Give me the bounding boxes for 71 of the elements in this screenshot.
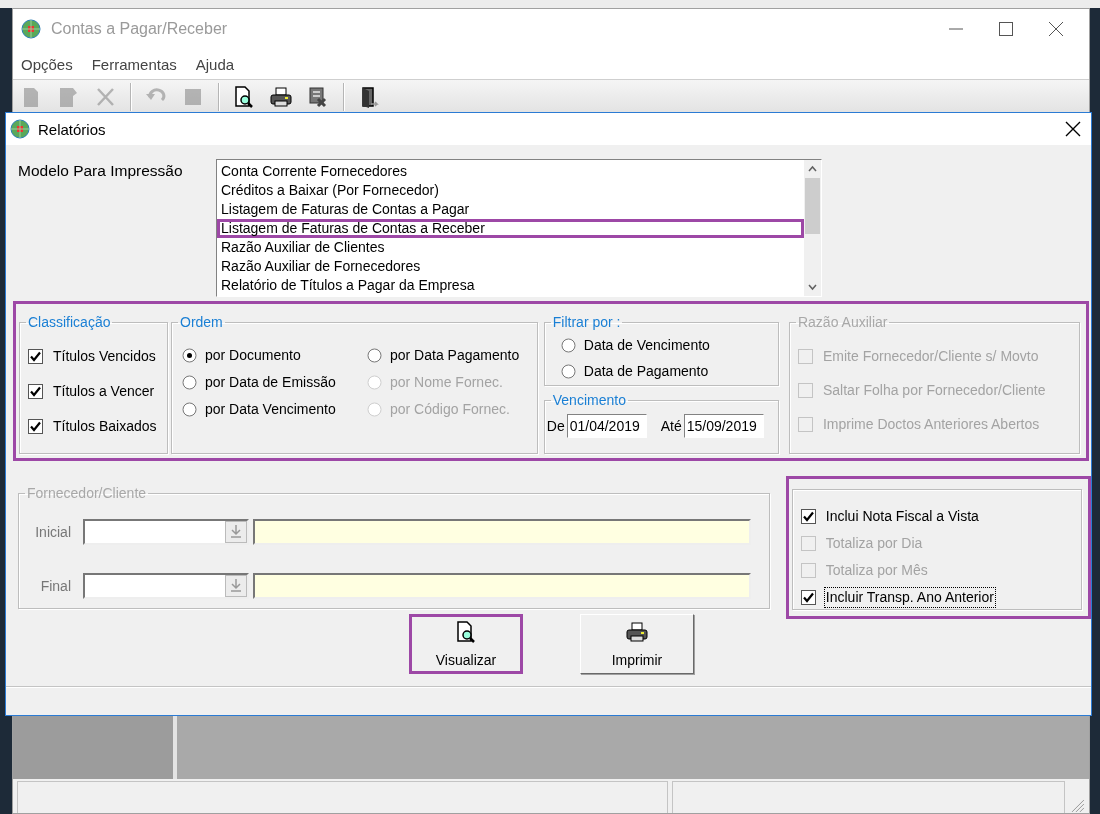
checkbox[interactable]: [800, 509, 816, 524]
list-item[interactable]: Listagem de Faturas de Contas a Receber: [217, 219, 804, 238]
printer-icon: [625, 620, 649, 644]
list-item[interactable]: Listagem de Faturas de Contas a Pagar: [217, 200, 804, 219]
push-button[interactable]: Visualizar: [409, 614, 523, 674]
checkbox-label: Imprime Doctos Anteriores Abertos: [821, 415, 1041, 434]
radio-label: por Documento: [205, 346, 301, 365]
printer-icon[interactable]: [269, 85, 293, 109]
radio-label: Data de Vencimento: [583, 336, 710, 355]
radio-button[interactable]: [182, 402, 197, 417]
dialog-title: Relatórios: [38, 120, 107, 138]
checkbox-label: Emite Fornecedor/Cliente s/ Movto: [821, 347, 1040, 366]
checkbox-label: Totaliza por Dia: [824, 534, 924, 553]
checkbox[interactable]: [28, 419, 43, 434]
close-icon[interactable]: [1049, 22, 1063, 36]
text-field[interactable]: [253, 573, 751, 599]
radio-label: por Nome Fornec.: [390, 373, 503, 392]
menu-item[interactable]: Ferramentas: [91, 55, 177, 73]
push-button[interactable]: Imprimir: [580, 614, 694, 674]
radio-button[interactable]: [560, 338, 576, 353]
radio-button[interactable]: [367, 348, 382, 363]
checkbox-label: Saltar Folha por Fornecedor/Cliente: [821, 381, 1047, 400]
group-title: Classificação: [27, 314, 112, 330]
date-field[interactable]: 15/09/2019: [683, 414, 764, 438]
radio-label: por Data Vencimento: [205, 400, 336, 419]
list-item[interactable]: Razão Auxiliar de Fornecedores: [217, 257, 804, 276]
field-label: De: [546, 418, 565, 434]
field-label: Até: [659, 418, 682, 434]
group-title: Fornecedor/Cliente: [26, 485, 148, 501]
radio-label: por Data de Emissão: [205, 373, 336, 392]
app-icon: [10, 119, 30, 139]
radio-label: por Data Pagamento: [390, 346, 520, 365]
close-icon[interactable]: [1065, 121, 1081, 137]
group-title: Filtrar por :: [551, 314, 622, 330]
list-item[interactable]: Créditos a Baixar (Por Fornecedor): [217, 181, 804, 200]
resize-grip-icon[interactable]: [1071, 799, 1085, 813]
maximize-icon[interactable]: [999, 22, 1013, 36]
radio-label: por Código Fornec.: [390, 400, 510, 419]
radio-button[interactable]: [560, 364, 576, 379]
menu-item[interactable]: Ajuda: [195, 55, 235, 73]
field-label: Final: [39, 578, 71, 594]
checkbox-label: Incluir Transp. Ano Anterior: [823, 587, 996, 608]
dropdown-icon: [225, 521, 247, 543]
checkbox-label: Títulos Baixados: [52, 417, 158, 436]
checkbox-label: Inclui Nota Fiscal a Vista: [824, 507, 980, 526]
menu-item[interactable]: Opções: [21, 55, 73, 73]
checkbox[interactable]: [800, 590, 816, 605]
date-field[interactable]: 01/04/2019: [566, 414, 647, 438]
list-item[interactable]: Razão Auxiliar de Clientes: [217, 238, 804, 257]
combo-field[interactable]: [83, 573, 249, 599]
field-label: Modelo Para Impressão: [18, 161, 184, 181]
checkbox-label: Totaliza por Mês: [824, 561, 929, 580]
checkbox[interactable]: [28, 349, 43, 364]
checkbox[interactable]: [28, 384, 43, 399]
radio-button[interactable]: [182, 348, 197, 363]
radio-button[interactable]: [182, 375, 197, 390]
app-icon: [21, 19, 41, 39]
window-title: Contas a Pagar/Receber: [51, 20, 229, 38]
field-label: Inicial: [34, 524, 71, 540]
combo-field[interactable]: [83, 519, 249, 545]
group-title: Ordem: [179, 314, 224, 330]
group-title: Razão Auxiliar: [796, 314, 889, 330]
checkbox-label: Títulos Vencidos: [52, 347, 157, 366]
group-title: Vencimento: [551, 392, 627, 408]
checkbox-label: Títulos a Vencer: [52, 382, 156, 401]
list-item[interactable]: Conta Corrente Fornecedores: [217, 162, 804, 181]
list-item[interactable]: Relatório de Títulos a Pagar da Empresa: [217, 276, 804, 295]
text-field[interactable]: [253, 519, 751, 545]
dropdown-icon: [225, 575, 247, 597]
scrollbar[interactable]: [804, 160, 821, 296]
radio-label: Data de Pagamento: [583, 362, 709, 381]
